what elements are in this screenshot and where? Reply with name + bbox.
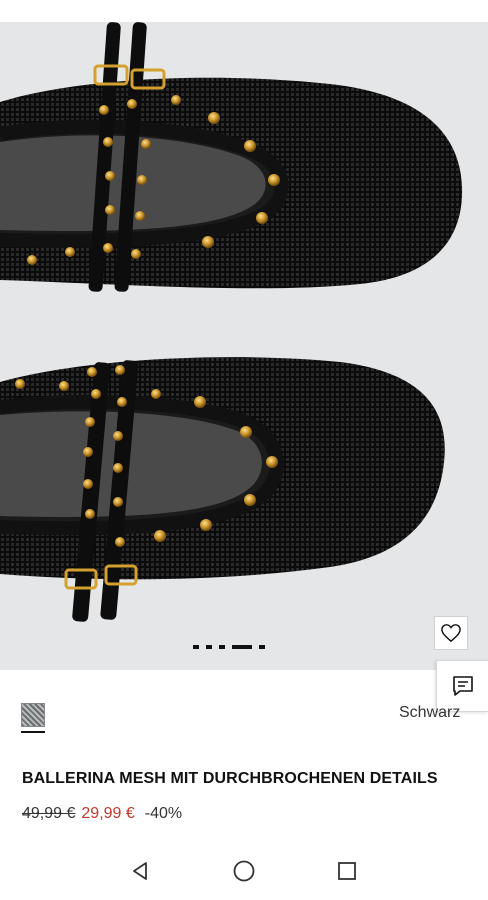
circle-home-icon xyxy=(233,860,255,882)
product-title: BALLERINA MESH MIT DURCHBROCHENEN DETAIL… xyxy=(22,770,438,787)
pagination-dot[interactable] xyxy=(232,645,252,649)
wishlist-button[interactable] xyxy=(434,616,468,650)
status-bar xyxy=(0,0,488,22)
shoe-illustration xyxy=(0,22,463,622)
product-image[interactable] xyxy=(0,22,488,670)
bottom-shoe xyxy=(0,357,445,622)
pagination-dot[interactable] xyxy=(259,645,265,649)
image-pagination[interactable] xyxy=(193,644,265,650)
heart-icon xyxy=(441,624,461,643)
system-nav-bar xyxy=(0,842,488,900)
color-swatch[interactable] xyxy=(21,703,45,727)
pagination-dot[interactable] xyxy=(206,645,212,649)
pagination-dot[interactable] xyxy=(219,645,225,649)
color-name: Schwarz xyxy=(399,704,461,721)
square-recents-icon xyxy=(338,862,356,880)
home-button[interactable] xyxy=(232,859,256,883)
old-price: 49,99 € xyxy=(22,805,76,822)
back-button[interactable] xyxy=(128,859,152,883)
pagination-dot[interactable] xyxy=(193,645,199,649)
chat-icon xyxy=(452,676,473,696)
swatch-selected-indicator xyxy=(21,731,45,733)
recents-button[interactable] xyxy=(335,859,359,883)
discount-badge: -40% xyxy=(144,805,183,822)
top-shoe xyxy=(0,22,463,292)
price-row: 49,99 € 29,99 € -40% xyxy=(22,805,182,823)
sale-price: 29,99 € xyxy=(81,805,135,822)
triangle-back-icon xyxy=(133,862,147,880)
